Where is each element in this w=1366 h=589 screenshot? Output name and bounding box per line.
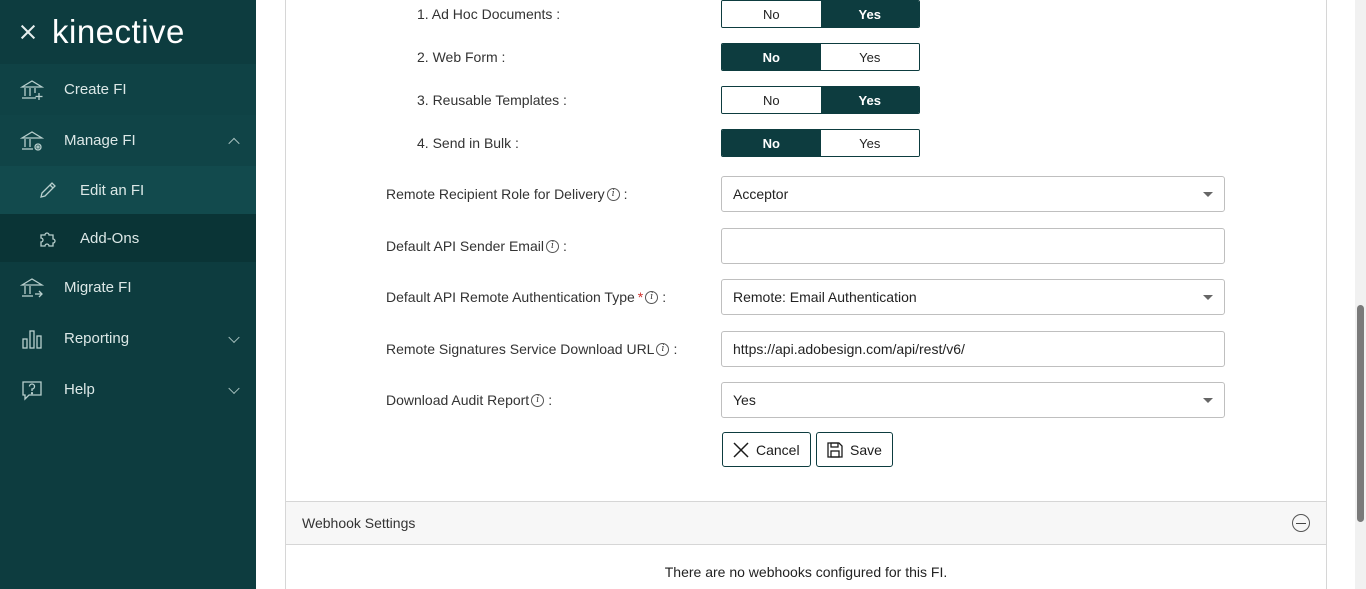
select-value: Remote: Email Authentication <box>733 289 917 305</box>
ad-hoc-toggle[interactable]: No Yes <box>721 0 920 28</box>
option-row-ad-hoc: 1. Ad Hoc Documents : No Yes <box>286 0 1326 28</box>
option-row-send-in-bulk: 4. Send in Bulk : No Yes <box>286 129 1326 157</box>
sidebar-item-label: Add-Ons <box>80 229 140 247</box>
save-button[interactable]: Save <box>816 432 893 467</box>
input-value: https://api.adobesign.com/api/rest/v6/ <box>733 341 965 357</box>
sidebar-item-label: Edit an FI <box>80 181 145 199</box>
section-title: Webhook Settings <box>302 515 416 531</box>
label-colon: : <box>662 289 667 305</box>
label-text: Download Audit Report <box>386 392 530 408</box>
sidebar-item-label: Help <box>64 381 95 398</box>
label-colon: : <box>548 392 553 408</box>
field-label: Remote Signatures Service Download URL i… <box>386 341 677 357</box>
info-icon[interactable]: i <box>545 239 559 253</box>
required-asterisk: * <box>637 289 644 305</box>
info-icon[interactable]: i <box>606 187 620 201</box>
toggle-no[interactable]: No <box>722 130 821 156</box>
label-colon: : <box>623 186 628 202</box>
chevron-up-icon <box>228 137 240 149</box>
sidebar-item-migrate-fi[interactable]: Migrate FI <box>0 262 256 313</box>
sidebar-item-create-fi[interactable]: Create FI <box>0 64 256 115</box>
button-label: Save <box>850 441 882 458</box>
field-recipient-role: Remote Recipient Role for Delivery i : A… <box>286 176 1326 212</box>
option-label: 3. Reusable Templates : <box>417 92 567 108</box>
audit-report-select[interactable]: Yes <box>721 382 1225 418</box>
puzzle-icon <box>38 228 58 248</box>
dropdown-caret-icon <box>1203 192 1213 197</box>
label-text: Remote Recipient Role for Delivery <box>386 186 605 202</box>
sidebar-item-label: Reporting <box>64 330 130 347</box>
sender-email-input[interactable] <box>721 228 1225 264</box>
sidebar-item-edit-fi[interactable]: Edit an FI <box>0 166 256 214</box>
bank-plus-icon <box>20 78 44 102</box>
sidebar-item-label: Create FI <box>64 81 127 98</box>
sidebar-item-manage-fi[interactable]: Manage FI <box>0 115 256 166</box>
toggle-yes[interactable]: Yes <box>820 1 919 27</box>
bank-gear-icon <box>20 129 44 153</box>
sidebar: kinective Create FI Manage FI Edit an FI… <box>0 0 256 589</box>
reusable-templates-toggle[interactable]: No Yes <box>721 86 920 114</box>
web-form-toggle[interactable]: No Yes <box>721 43 920 71</box>
option-label: 1. Ad Hoc Documents : <box>417 6 561 22</box>
save-icon <box>826 441 844 459</box>
brand-bar: kinective <box>0 0 256 64</box>
label-text: Remote Signatures Service Download URL <box>386 341 655 357</box>
close-icon[interactable] <box>18 22 38 42</box>
option-row-reusable-templates: 3. Reusable Templates : No Yes <box>286 86 1326 114</box>
dropdown-caret-icon <box>1203 295 1213 300</box>
sidebar-item-add-ons[interactable]: Add-Ons <box>0 214 256 262</box>
toggle-no[interactable]: No <box>722 1 821 27</box>
select-value: Acceptor <box>733 186 789 202</box>
sidebar-item-help[interactable]: Help <box>0 364 256 415</box>
toggle-yes[interactable]: Yes <box>820 130 919 156</box>
chevron-down-icon <box>228 331 240 343</box>
info-icon[interactable]: i <box>656 342 670 356</box>
kinective-logo: kinective <box>52 13 185 50</box>
dropdown-caret-icon <box>1203 398 1213 403</box>
download-url-input[interactable]: https://api.adobesign.com/api/rest/v6/ <box>721 331 1225 367</box>
webhook-settings-header[interactable]: Webhook Settings <box>285 501 1327 545</box>
field-download-url: Remote Signatures Service Download URL i… <box>286 331 1326 367</box>
field-label: Default API Remote Authentication Type *… <box>386 289 666 305</box>
sidebar-item-label: Manage FI <box>64 132 136 149</box>
button-label: Cancel <box>756 441 800 458</box>
label-text: Default API Sender Email <box>386 238 544 254</box>
select-value: Yes <box>733 392 756 408</box>
bar-chart-icon <box>20 327 44 351</box>
field-audit-report: Download Audit Report i : Yes <box>286 382 1326 418</box>
option-label: 4. Send in Bulk : <box>417 135 519 151</box>
field-label: Default API Sender Email i : <box>386 238 567 254</box>
option-row-web-form: 2. Web Form : No Yes <box>286 43 1326 71</box>
field-sender-email: Default API Sender Email i : <box>286 228 1326 264</box>
info-icon[interactable]: i <box>645 290 659 304</box>
option-label: 2. Web Form : <box>417 49 506 65</box>
sidebar-item-label: Migrate FI <box>64 279 132 296</box>
close-icon <box>732 441 750 459</box>
info-icon[interactable]: i <box>531 393 545 407</box>
toggle-no[interactable]: No <box>722 87 821 113</box>
sidebar-item-reporting[interactable]: Reporting <box>0 313 256 364</box>
main-content: 1. Ad Hoc Documents : No Yes 2. Web Form… <box>256 0 1356 589</box>
page-scrollbar[interactable] <box>1355 0 1366 589</box>
recipient-role-select[interactable]: Acceptor <box>721 176 1225 212</box>
label-colon: : <box>562 238 567 254</box>
help-bubble-icon <box>20 378 44 402</box>
bank-arrow-icon <box>20 276 44 300</box>
label-colon: : <box>673 341 678 357</box>
field-label: Remote Recipient Role for Delivery i : <box>386 186 628 202</box>
toggle-yes[interactable]: Yes <box>820 87 919 113</box>
field-label: Download Audit Report i : <box>386 392 552 408</box>
toggle-yes[interactable]: Yes <box>820 44 919 70</box>
field-auth-type: Default API Remote Authentication Type *… <box>286 279 1326 315</box>
send-in-bulk-toggle[interactable]: No Yes <box>721 129 920 157</box>
cancel-button[interactable]: Cancel <box>722 432 811 467</box>
webhook-empty-message: There are no webhooks configured for thi… <box>664 564 948 580</box>
chevron-down-icon <box>228 382 240 394</box>
pencil-icon <box>38 180 58 200</box>
toggle-no[interactable]: No <box>722 44 821 70</box>
scrollbar-thumb[interactable] <box>1357 305 1364 522</box>
label-text: Default API Remote Authentication Type <box>386 289 635 305</box>
auth-type-select[interactable]: Remote: Email Authentication <box>721 279 1225 315</box>
collapse-icon[interactable] <box>1292 514 1310 532</box>
